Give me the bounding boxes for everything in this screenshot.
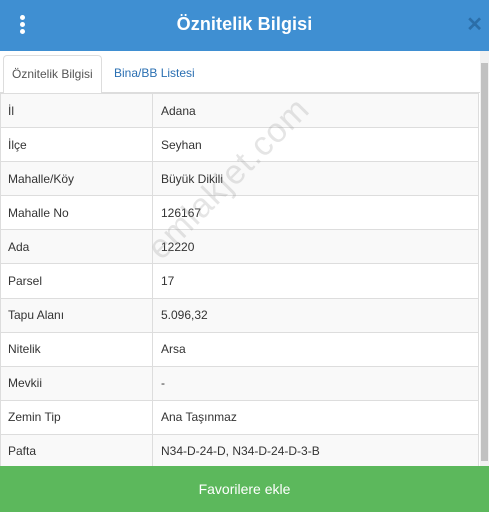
table-row: Mahalle/Köy Büyük Dikili xyxy=(0,161,479,197)
attribute-key: Mahalle No xyxy=(0,195,153,231)
table-row: Nitelik Arsa xyxy=(0,331,479,367)
attribute-key: İlçe xyxy=(0,127,153,163)
scrollbar-thumb[interactable] xyxy=(481,63,488,461)
attribute-key: İl xyxy=(0,93,153,129)
attribute-key: Parsel xyxy=(0,263,153,299)
attribute-key: Mahalle/Köy xyxy=(0,161,153,197)
table-row: İlçe Seyhan xyxy=(0,127,479,163)
table-row: Pafta N34-D-24-D, N34-D-24-D-3-B xyxy=(0,433,479,466)
attribute-key: Tapu Alanı xyxy=(0,297,153,333)
attribute-value: Seyhan xyxy=(152,127,479,163)
attribute-value: Adana xyxy=(152,93,479,129)
tab-oznitelik-bilgisi[interactable]: Öznitelik Bilgisi xyxy=(3,55,102,94)
attribute-value: Ana Taşınmaz xyxy=(152,399,479,435)
attribute-table-container: İl Adana İlçe Seyhan Mahalle/Köy Büyük D… xyxy=(0,93,480,466)
scrollbar[interactable] xyxy=(480,51,489,466)
attribute-value: 12220 xyxy=(152,229,479,265)
close-icon[interactable]: ✕ xyxy=(466,13,483,37)
attribute-table: İl Adana İlçe Seyhan Mahalle/Köy Büyük D… xyxy=(0,93,479,466)
attribute-value: 5.096,32 xyxy=(152,297,479,333)
tab-bar: Öznitelik Bilgisi Bina/BB Listesi xyxy=(0,51,489,94)
attribute-value: 126167 xyxy=(152,195,479,231)
table-row: İl Adana xyxy=(0,93,479,129)
attribute-value: 17 xyxy=(152,263,479,299)
attribute-value: N34-D-24-D, N34-D-24-D-3-B xyxy=(152,433,479,466)
attribute-key: Ada xyxy=(0,229,153,265)
table-row: Mahalle No 126167 xyxy=(0,195,479,231)
attribute-value: Arsa xyxy=(152,331,479,367)
table-row: Mevkii - xyxy=(0,365,479,401)
attribute-value: Büyük Dikili xyxy=(152,161,479,197)
attribute-key: Mevkii xyxy=(0,365,153,401)
attribute-key: Nitelik xyxy=(0,331,153,367)
attribute-key: Zemin Tip xyxy=(0,399,153,435)
table-row: Tapu Alanı 5.096,32 xyxy=(0,297,479,333)
table-row: Ada 12220 xyxy=(0,229,479,265)
page-title: Öznitelik Bilgisi xyxy=(176,14,313,34)
table-row: Zemin Tip Ana Taşınmaz xyxy=(0,399,479,435)
add-to-favorites-button[interactable]: Favorilere ekle xyxy=(0,466,489,512)
tab-bina-bb-listesi[interactable]: Bina/BB Listesi xyxy=(106,55,203,94)
table-row: Parsel 17 xyxy=(0,263,479,299)
attribute-value: - xyxy=(152,365,479,401)
header-bar: Öznitelik Bilgisi ✕ xyxy=(0,0,489,51)
attribute-key: Pafta xyxy=(0,433,153,466)
